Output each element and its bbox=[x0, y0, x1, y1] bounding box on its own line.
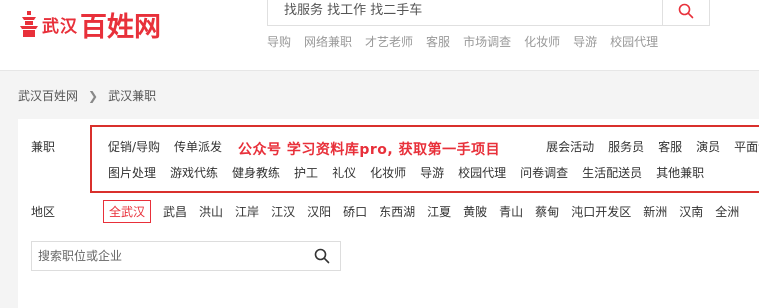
area-item[interactable]: 洪山 bbox=[199, 203, 223, 220]
hotlink-item[interactable]: 校园代理 bbox=[610, 33, 658, 50]
area-item[interactable]: 黄陂 bbox=[463, 203, 487, 220]
area-item[interactable]: 江岸 bbox=[235, 203, 259, 220]
site-search-box bbox=[267, 0, 663, 26]
area-item[interactable]: 沌口开发区 bbox=[571, 203, 631, 220]
area-row: 全武汉 武昌 洪山 江岸 江汉 汉阳 硚口 东西湖 江夏 黄陂 青山 蔡甸 沌口… bbox=[103, 200, 751, 223]
area-label: 地区 bbox=[31, 205, 56, 219]
area-item[interactable]: 东西湖 bbox=[379, 203, 415, 220]
breadcrumb: 武汉百姓网 ❯ 武汉兼职 bbox=[18, 87, 156, 104]
area-item[interactable]: 青山 bbox=[499, 203, 523, 220]
area-item[interactable]: 汉南 bbox=[679, 203, 703, 220]
tower-logo-icon bbox=[20, 11, 38, 37]
logo-brand-text: 百姓网 bbox=[80, 11, 161, 43]
hotlink-item[interactable]: 导购 bbox=[267, 33, 291, 50]
area-item[interactable]: 武昌 bbox=[163, 203, 187, 220]
hotlink-item[interactable]: 网络兼职 bbox=[304, 33, 352, 50]
hotlink-item[interactable]: 市场调查 bbox=[463, 33, 511, 50]
job-search-box bbox=[31, 241, 341, 271]
breadcrumb-current[interactable]: 武汉兼职 bbox=[108, 87, 156, 104]
hotlink-item[interactable]: 导游 bbox=[573, 33, 597, 50]
area-item[interactable]: 全洲 bbox=[715, 203, 739, 220]
site-header: 武汉 百姓网 导购 网络兼职 才艺老师 客服 市场调查 化妆师 导游 校园代理 bbox=[0, 0, 759, 70]
hot-search-links: 导购 网络兼职 才艺老师 客服 市场调查 化妆师 导游 校园代理 bbox=[267, 33, 671, 50]
logo-city-text: 武汉 bbox=[42, 16, 78, 37]
header-divider bbox=[0, 70, 759, 71]
site-search-button[interactable] bbox=[662, 0, 710, 26]
site-logo[interactable]: 武汉 百姓网 bbox=[18, 6, 161, 43]
area-item[interactable]: 蔡甸 bbox=[535, 203, 559, 220]
area-item[interactable]: 汉阳 bbox=[307, 203, 331, 220]
breadcrumb-home[interactable]: 武汉百姓网 bbox=[18, 87, 78, 104]
filter-panel: 兼职 促销/导购 传单派发 展会活动 服务员 客服 演员 平面设 图片处理 游戏… bbox=[18, 119, 759, 308]
highlight-box bbox=[90, 125, 759, 193]
area-item[interactable]: 江夏 bbox=[427, 203, 451, 220]
hotlink-item[interactable]: 化妆师 bbox=[524, 33, 560, 50]
area-item[interactable]: 新洲 bbox=[643, 203, 667, 220]
search-icon bbox=[678, 3, 694, 18]
chevron-right-icon: ❯ bbox=[88, 88, 99, 103]
search-icon[interactable] bbox=[314, 248, 330, 264]
watermark-overlay-text: 公众号 学习资料库pro, 获取第一手项目 bbox=[238, 142, 501, 158]
area-item-selected[interactable]: 全武汉 bbox=[103, 200, 152, 223]
hotlink-item[interactable]: 客服 bbox=[426, 33, 450, 50]
site-search-input[interactable] bbox=[268, 0, 662, 25]
area-item[interactable]: 硚口 bbox=[343, 203, 367, 220]
area-item[interactable]: 江汉 bbox=[271, 203, 295, 220]
category-label: 兼职 bbox=[31, 140, 56, 154]
hotlink-item[interactable]: 才艺老师 bbox=[365, 33, 413, 50]
job-search-input[interactable] bbox=[32, 242, 302, 270]
